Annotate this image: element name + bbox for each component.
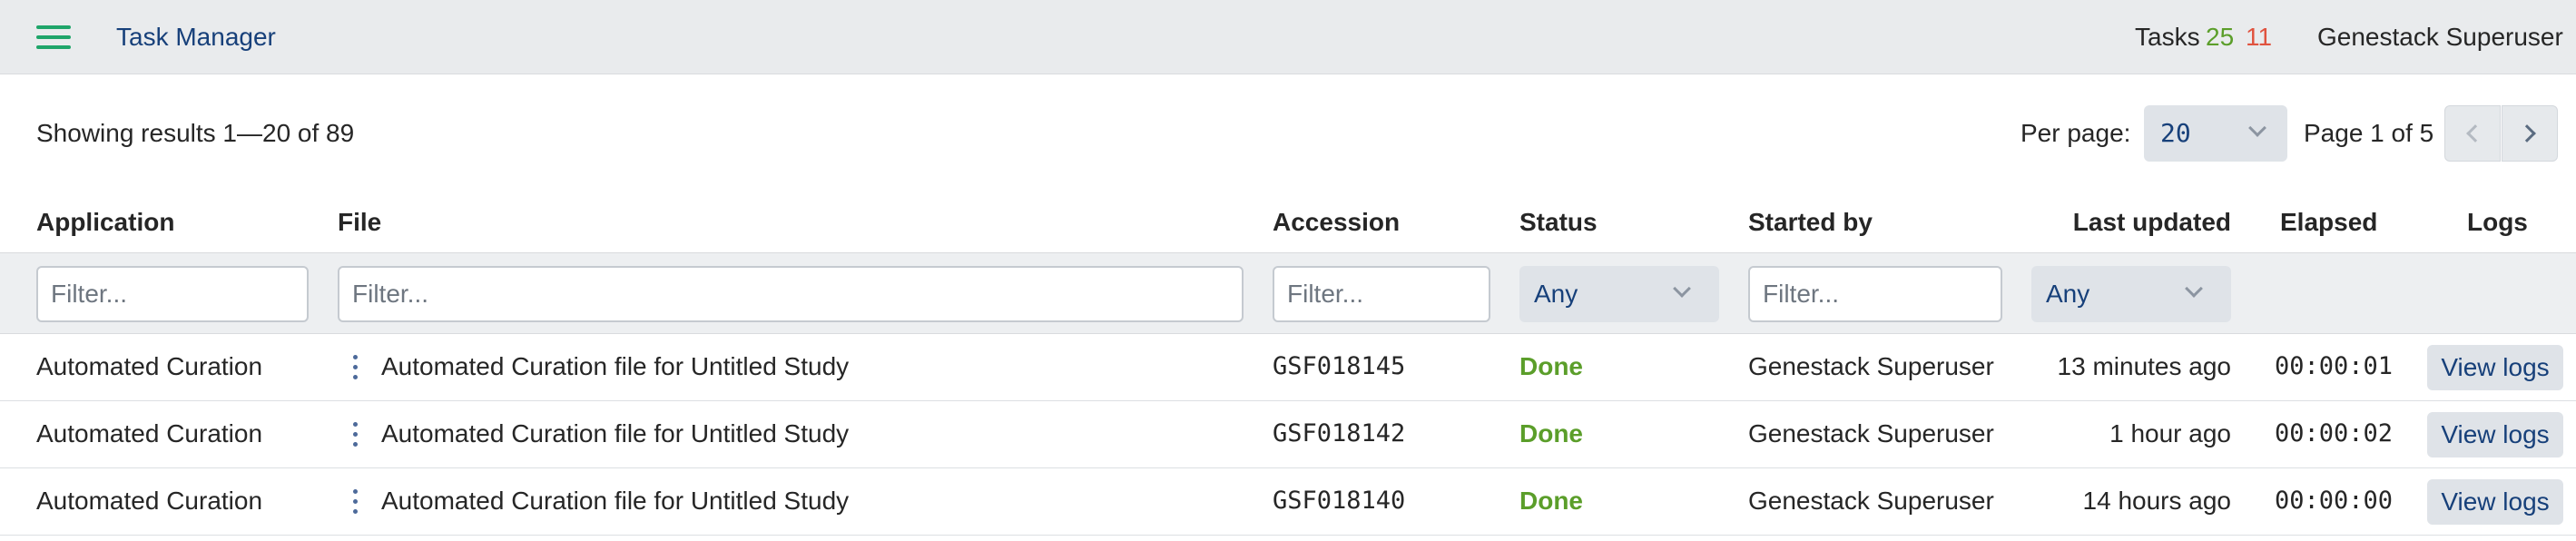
- previous-page-button[interactable]: [2444, 105, 2501, 162]
- status-badge: Done: [1519, 352, 1583, 380]
- column-header-logs: Logs: [2467, 208, 2528, 236]
- started-by-filter-input[interactable]: [1748, 266, 2002, 322]
- chevron-right-icon: [2518, 124, 2536, 143]
- accession-filter-input[interactable]: [1273, 266, 1490, 322]
- application-cell: Automated Curation: [36, 352, 263, 380]
- column-header-application[interactable]: Application: [36, 207, 174, 238]
- file-link[interactable]: Automated Curation file for Untitled Stu…: [381, 351, 849, 382]
- elapsed-cell: 00:00:02: [2275, 419, 2394, 448]
- per-page-select[interactable]: 20: [2144, 105, 2287, 162]
- accession-cell: GSF018145: [1273, 352, 1406, 380]
- tasks-failed-count[interactable]: 11: [2246, 22, 2272, 53]
- column-header-last-updated[interactable]: Last updated: [2030, 207, 2231, 238]
- last-updated-cell: 14 hours ago: [2082, 487, 2231, 515]
- file-filter-input[interactable]: [338, 266, 1244, 322]
- elapsed-cell: 00:00:01: [2275, 352, 2394, 380]
- view-logs-button[interactable]: View logs: [2427, 345, 2563, 390]
- last-updated-filter-value: Any: [2046, 280, 2090, 308]
- file-link[interactable]: Automated Curation file for Untitled Stu…: [381, 486, 849, 516]
- column-header-started-by[interactable]: Started by: [1748, 207, 1873, 238]
- page-indicator: Page 1 of 5: [2304, 119, 2434, 147]
- hamburger-menu-icon[interactable]: [36, 25, 71, 49]
- status-filter-value: Any: [1534, 280, 1578, 308]
- started-by-cell: Genestack Superuser: [1748, 487, 1994, 515]
- last-updated-filter-select[interactable]: Any: [2031, 266, 2231, 322]
- chevron-down-icon: [1673, 280, 1691, 298]
- app-title[interactable]: Task Manager: [116, 22, 276, 53]
- per-page-value: 20: [2160, 118, 2191, 148]
- tasks-label: Tasks: [2135, 23, 2200, 51]
- filter-row: Any Any: [0, 252, 2576, 334]
- more-options-icon[interactable]: [350, 487, 359, 515]
- results-summary: Showing results 1—20 of 89: [36, 119, 355, 147]
- view-logs-button[interactable]: View logs: [2427, 479, 2563, 525]
- column-header-elapsed: Elapsed: [2280, 208, 2378, 236]
- table-row[interactable]: Automated Curation Automated Curation fi…: [0, 468, 2576, 536]
- application-cell: Automated Curation: [36, 487, 263, 515]
- chevron-down-icon: [2248, 119, 2266, 137]
- column-header-accession[interactable]: Accession: [1273, 207, 1400, 238]
- last-updated-cell: 1 hour ago: [2109, 419, 2231, 448]
- status-badge: Done: [1519, 487, 1583, 515]
- table-row[interactable]: Automated Curation Automated Curation fi…: [0, 334, 2576, 401]
- application-filter-input[interactable]: [36, 266, 309, 322]
- accession-cell: GSF018142: [1273, 419, 1406, 448]
- status-filter-select[interactable]: Any: [1519, 266, 1719, 322]
- user-menu[interactable]: Genestack Superuser: [2317, 22, 2563, 53]
- last-updated-cell: 13 minutes ago: [2057, 352, 2231, 380]
- per-page-label: Per page:: [2020, 119, 2131, 147]
- top-bar: Task Manager Tasks 25 11 Genestack Super…: [0, 0, 2576, 74]
- next-page-button[interactable]: [2502, 105, 2558, 162]
- column-header-file[interactable]: File: [338, 207, 381, 238]
- accession-cell: GSF018140: [1273, 487, 1406, 515]
- view-logs-button[interactable]: View logs: [2427, 412, 2563, 457]
- column-header-status[interactable]: Status: [1519, 207, 1598, 238]
- tasks-done-count[interactable]: 25: [2206, 22, 2234, 53]
- file-link[interactable]: Automated Curation file for Untitled Stu…: [381, 418, 849, 449]
- status-badge: Done: [1519, 419, 1583, 448]
- more-options-icon[interactable]: [350, 420, 359, 448]
- elapsed-cell: 00:00:00: [2275, 487, 2394, 515]
- table-row[interactable]: Automated Curation Automated Curation fi…: [0, 401, 2576, 468]
- chevron-down-icon: [2185, 280, 2203, 298]
- chevron-left-icon: [2466, 124, 2484, 143]
- started-by-cell: Genestack Superuser: [1748, 419, 1994, 448]
- application-cell: Automated Curation: [36, 419, 263, 448]
- more-options-icon[interactable]: [350, 353, 359, 380]
- started-by-cell: Genestack Superuser: [1748, 352, 1994, 380]
